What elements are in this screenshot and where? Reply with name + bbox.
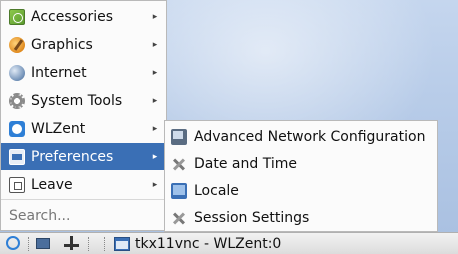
wlzent-icon [9,120,25,137]
chevron-right-icon: ▸ [152,123,158,134]
chevron-right-icon: ▸ [152,151,158,162]
network-config-icon [171,128,187,145]
taskbar-separator [88,237,91,251]
menu-item-label: Graphics [31,36,93,53]
taskbar: tkx11vnc - WLZent:0 [0,232,458,254]
menu-item-wlzent[interactable]: WLZent ▸ [1,115,166,142]
chevron-right-icon: ▸ [152,11,158,22]
submenu-item-locale[interactable]: Locale [165,177,437,204]
menu-separator [1,199,166,200]
preferences-submenu: Advanced Network Configuration Date and … [164,120,438,232]
chevron-right-icon: ▸ [152,179,158,190]
accessories-icon [9,8,25,25]
submenu-item-label: Advanced Network Configuration [194,128,426,145]
menu-item-label: Internet [31,64,87,81]
chevron-right-icon: ▸ [152,95,158,106]
menu-item-label: System Tools [31,92,123,109]
preferences-icon [9,148,25,165]
submenu-item-date-and-time[interactable]: Date and Time [165,150,437,177]
search-input[interactable]: Search... [1,201,166,230]
window-icon [114,236,130,251]
menu-item-label: Preferences [31,148,114,165]
application-menu: Accessories ▸ Graphics ▸ Internet ▸ Syst… [0,0,167,231]
date-time-icon [171,156,187,172]
window-title: tkx11vnc - WLZent:0 [135,235,282,252]
menu-item-label: WLZent [31,120,86,137]
submenu-item-session-settings[interactable]: Session Settings [165,204,437,231]
taskbar-window-button[interactable]: tkx11vnc - WLZent:0 [114,234,414,253]
menu-item-accessories[interactable]: Accessories ▸ [1,3,166,30]
taskbar-separator [104,237,107,251]
submenu-item-label: Date and Time [194,155,297,172]
submenu-item-label: Locale [194,182,239,199]
menu-item-internet[interactable]: Internet ▸ [1,59,166,86]
menu-item-label: Leave [31,176,73,193]
session-settings-icon [171,210,187,226]
start-menu-icon[interactable] [4,235,24,253]
chevron-right-icon: ▸ [152,67,158,78]
submenu-item-advanced-network-configuration[interactable]: Advanced Network Configuration [165,123,437,150]
submenu-item-label: Session Settings [194,209,310,226]
menu-item-leave[interactable]: Leave ▸ [1,171,166,198]
network-icon[interactable] [62,235,82,253]
menu-item-label: Accessories [31,8,114,25]
internet-icon [9,64,25,81]
system-tools-icon [9,92,25,109]
menu-item-system-tools[interactable]: System Tools ▸ [1,87,166,114]
menu-item-preferences[interactable]: Preferences ▸ [1,143,166,170]
chevron-right-icon: ▸ [152,39,158,50]
graphics-icon [9,36,25,53]
leave-icon [9,176,25,193]
locale-icon [171,182,187,199]
taskbar-separator [28,237,31,251]
menu-item-graphics[interactable]: Graphics ▸ [1,31,166,58]
show-desktop-icon[interactable] [34,235,54,253]
